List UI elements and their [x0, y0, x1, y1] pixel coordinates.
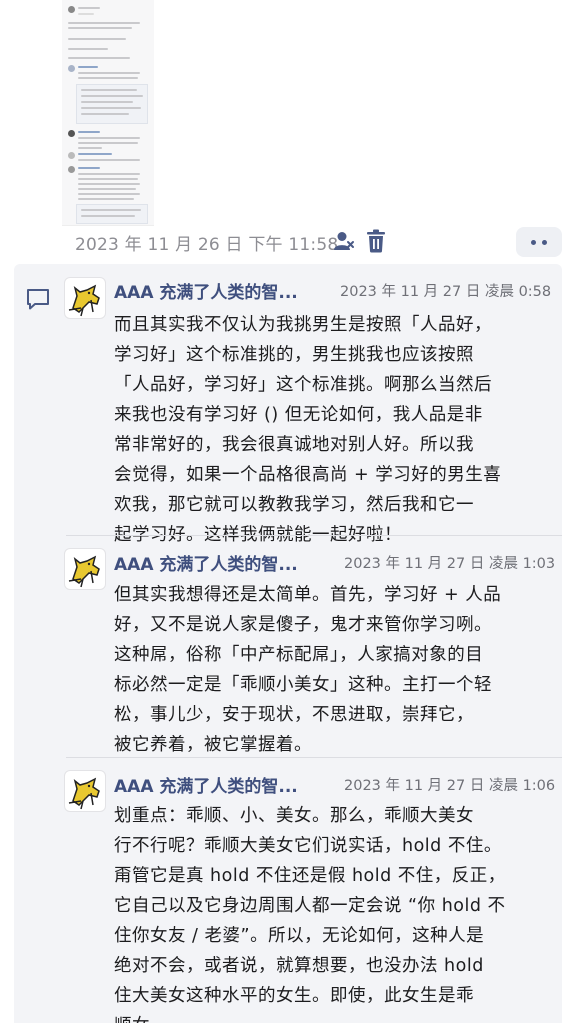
dog-avatar[interactable]: [64, 770, 106, 812]
top-post-timestamp: 2023 年 11 月 26 日 下午 11:58: [75, 234, 339, 255]
tweet-screenshot-thumbnail[interactable]: [62, 0, 154, 226]
author-name[interactable]: AAA 充满了人类的智...: [114, 278, 298, 303]
dog-avatar[interactable]: [64, 548, 106, 590]
more-icon[interactable]: [516, 227, 562, 257]
post-timestamp: 2023 年 11 月 27 日 凌晨 0:58: [340, 284, 552, 300]
post-body: 而且其实我不仅认为我挑男生是按照「人品好， 学习好」这个标准挑的，男生挑我也应该…: [114, 315, 502, 545]
post-timestamp: 2023 年 11 月 27 日 凌晨 1:03: [344, 556, 556, 572]
post-body: 划重点：乖顺、小、美女。那么，乖顺大美女 行不行呢？乖顺大美女它们说实话，hol…: [114, 806, 506, 1023]
post-timestamp: 2023 年 11 月 27 日 凌晨 1:06: [344, 778, 556, 794]
thumb-avatar: [68, 6, 75, 13]
trash-icon[interactable]: [366, 229, 386, 253]
dog-avatar[interactable]: [64, 277, 106, 319]
author-name[interactable]: AAA 充满了人类的智...: [114, 772, 298, 797]
divider: [66, 757, 562, 758]
divider: [66, 535, 562, 536]
top-post-meta: 2023 年 11 月 26 日 下午 11:58: [75, 229, 338, 255]
comment-icon[interactable]: [26, 288, 50, 310]
user-icon[interactable]: [333, 230, 355, 252]
author-name[interactable]: AAA 充满了人类的智...: [114, 550, 298, 575]
post-body: 但其实我想得还是太简单。首先，学习好 + 人品 好，又不是说人家是傻子，鬼才来管…: [114, 585, 502, 755]
